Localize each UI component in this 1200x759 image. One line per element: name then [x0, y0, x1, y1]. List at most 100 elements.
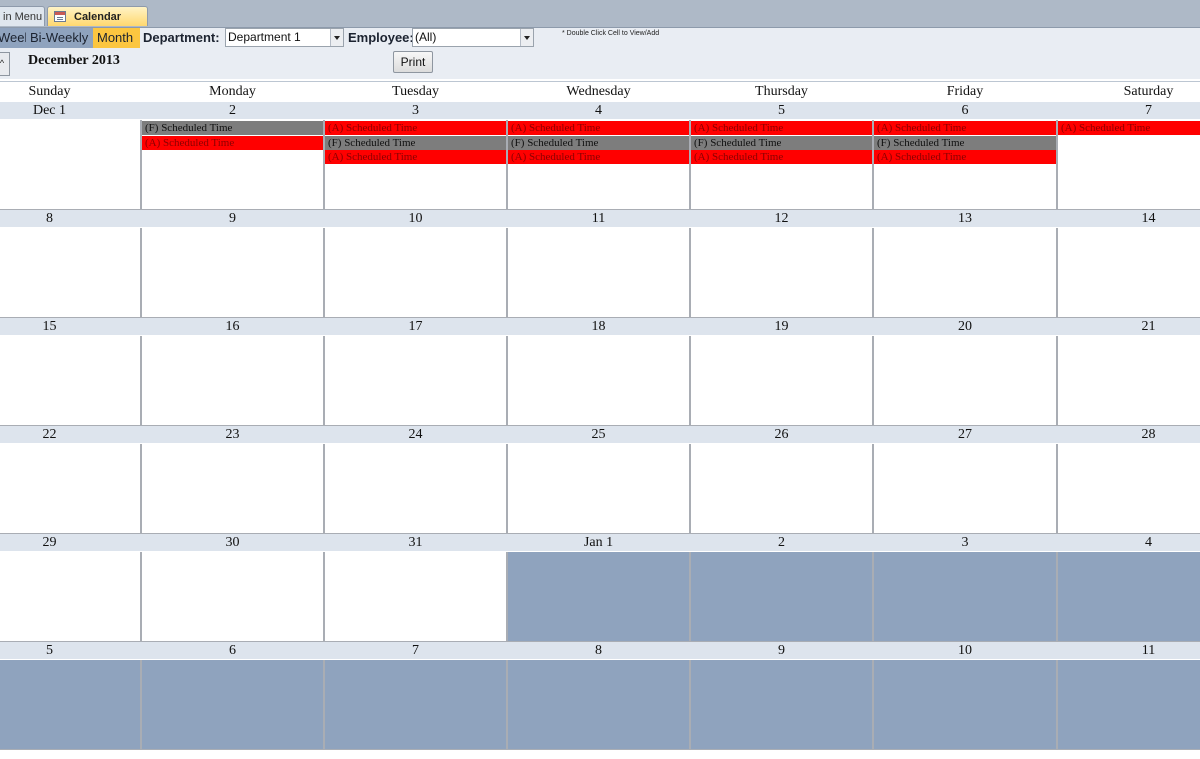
day-cell[interactable]: [873, 660, 1057, 750]
day-number: 24: [324, 426, 507, 443]
document-tab-bar: in Menu Calendar View: [0, 0, 1200, 43]
department-select[interactable]: Department 1: [225, 28, 344, 47]
day-number: 3: [324, 102, 507, 119]
scheduled-time-event[interactable]: (A) Scheduled Time: [508, 150, 689, 164]
day-cell[interactable]: [141, 228, 324, 318]
day-cell[interactable]: [141, 336, 324, 426]
scheduled-time-event[interactable]: (A) Scheduled Time: [691, 121, 872, 135]
day-cell[interactable]: [0, 660, 141, 750]
day-cell[interactable]: (A) Scheduled Time (F) Scheduled Time (A) …: [507, 120, 690, 210]
month-view-button[interactable]: Month: [93, 28, 140, 48]
day-number: 18: [507, 318, 690, 335]
day-header-tuesday: Tuesday: [324, 81, 507, 101]
employee-label: Employee:: [348, 30, 414, 45]
day-cell[interactable]: [1057, 552, 1200, 642]
day-cell[interactable]: [690, 552, 873, 642]
day-cell[interactable]: [690, 336, 873, 426]
day-cell[interactable]: [324, 228, 507, 318]
employee-select-value: (All): [415, 30, 437, 44]
day-number: 29: [0, 534, 141, 551]
biweekly-view-button[interactable]: Bi-Weekly: [26, 28, 93, 48]
day-cell[interactable]: [690, 660, 873, 750]
previous-month-button[interactable]: ^: [0, 52, 10, 76]
form-icon: [54, 11, 66, 22]
day-cell[interactable]: [1057, 336, 1200, 426]
day-cell[interactable]: [324, 552, 507, 642]
chevron-down-icon[interactable]: [330, 29, 343, 46]
day-number: 5: [690, 102, 873, 119]
day-cell[interactable]: (A) Scheduled Time (F) Scheduled Time (A) …: [690, 120, 873, 210]
day-cell[interactable]: [690, 228, 873, 318]
scheduled-time-event[interactable]: (A) Scheduled Time: [508, 121, 689, 135]
day-cell[interactable]: [0, 552, 141, 642]
day-header-monday: Monday: [141, 81, 324, 101]
day-header-saturday: Saturday: [1057, 81, 1200, 101]
day-cell[interactable]: [141, 444, 324, 534]
day-cell[interactable]: [507, 336, 690, 426]
day-cell[interactable]: [507, 660, 690, 750]
scheduled-time-event[interactable]: (A) Scheduled Time: [142, 135, 323, 150]
day-cell[interactable]: [0, 444, 141, 534]
day-cell[interactable]: [141, 552, 324, 642]
day-number: 23: [141, 426, 324, 443]
day-number: 14: [1057, 210, 1200, 227]
day-number: 2: [690, 534, 873, 551]
day-cell[interactable]: [1057, 444, 1200, 534]
scheduled-time-event[interactable]: (A) Scheduled Time: [691, 150, 872, 164]
month-title: December 2013: [28, 53, 120, 68]
day-header-thursday: Thursday: [690, 81, 873, 101]
scheduled-time-event[interactable]: (F) Scheduled Time: [508, 135, 689, 150]
day-number: 13: [873, 210, 1057, 227]
day-cell[interactable]: [141, 660, 324, 750]
day-cell[interactable]: [0, 228, 141, 318]
scheduled-time-event[interactable]: (F) Scheduled Time: [142, 121, 323, 135]
day-cell[interactable]: [507, 228, 690, 318]
day-cell[interactable]: [873, 552, 1057, 642]
day-cell[interactable]: [0, 120, 141, 210]
scheduled-time-event[interactable]: (A) Scheduled Time: [325, 121, 506, 135]
day-cell[interactable]: (F) Scheduled Time (A) Scheduled Time: [141, 120, 324, 210]
day-cell[interactable]: [1057, 228, 1200, 318]
tab-calendar-view[interactable]: Calendar View: [47, 6, 148, 43]
day-cell[interactable]: [873, 228, 1057, 318]
scheduled-time-event[interactable]: (F) Scheduled Time: [691, 135, 872, 150]
day-number: 2: [141, 102, 324, 119]
day-cell[interactable]: [324, 444, 507, 534]
scheduled-time-event[interactable]: (A) Scheduled Time: [1058, 121, 1200, 135]
scheduled-time-event[interactable]: (F) Scheduled Time: [325, 135, 506, 150]
day-cell[interactable]: [873, 444, 1057, 534]
day-number: 10: [324, 210, 507, 227]
day-number: 22: [0, 426, 141, 443]
scheduled-time-event[interactable]: (F) Scheduled Time: [874, 135, 1056, 150]
day-cell[interactable]: [507, 444, 690, 534]
scheduled-time-event[interactable]: (A) Scheduled Time: [325, 150, 506, 164]
day-number: 6: [141, 642, 324, 659]
day-cell[interactable]: [507, 552, 690, 642]
double-click-hint: * Double Click Cell to View/Add: [562, 30, 660, 37]
day-number: 30: [141, 534, 324, 551]
day-cell[interactable]: (A) Scheduled Time (F) Scheduled Time (A) …: [873, 120, 1057, 210]
day-number: 8: [0, 210, 141, 227]
day-number: 11: [507, 210, 690, 227]
scheduled-time-event[interactable]: (A) Scheduled Time: [874, 150, 1056, 164]
day-number: 28: [1057, 426, 1200, 443]
day-cell[interactable]: [324, 660, 507, 750]
day-cell[interactable]: [1057, 660, 1200, 750]
day-cell[interactable]: [0, 336, 141, 426]
day-header-sunday: Sunday: [0, 81, 141, 101]
day-cell[interactable]: (A) Scheduled Time (F) Scheduled Time (A) …: [324, 120, 507, 210]
month-navigation-bar: ^ December 2013 Print: [0, 48, 1200, 79]
day-cell[interactable]: [324, 336, 507, 426]
week-view-button[interactable]: Week: [0, 28, 31, 48]
tab-main-menu[interactable]: in Menu: [0, 6, 45, 26]
employee-select[interactable]: (All): [412, 28, 534, 47]
day-cell[interactable]: (A) Scheduled Time: [1057, 120, 1200, 210]
scheduled-time-event[interactable]: (A) Scheduled Time: [874, 121, 1056, 135]
day-cell[interactable]: [690, 444, 873, 534]
chevron-down-icon[interactable]: [520, 29, 533, 46]
print-button[interactable]: Print: [393, 51, 433, 73]
day-cell[interactable]: [873, 336, 1057, 426]
day-number: 17: [324, 318, 507, 335]
day-number: 25: [507, 426, 690, 443]
tab-main-menu-label: in Menu: [3, 11, 43, 23]
